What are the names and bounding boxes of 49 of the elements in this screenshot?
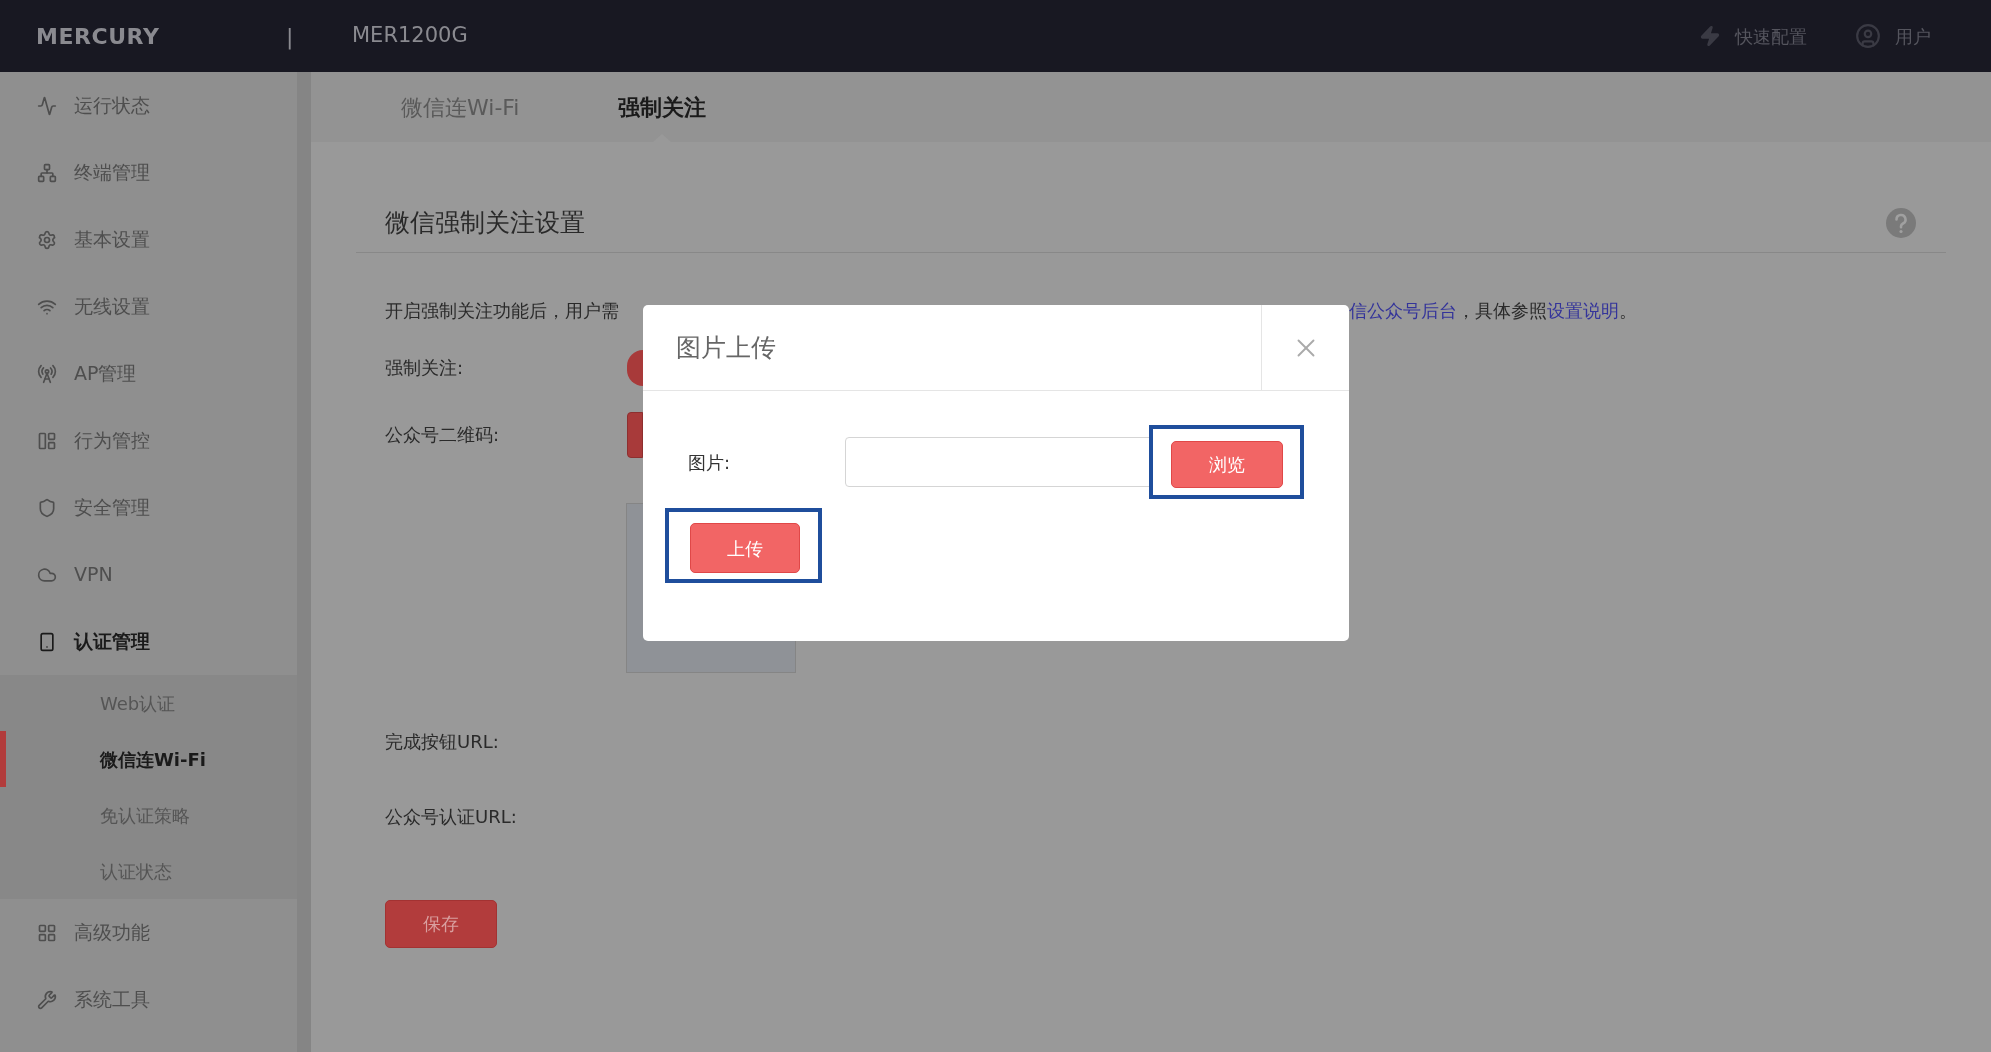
- tab[interactable]: 强制关注: [607, 72, 716, 142]
- description-text: 。: [1619, 298, 1637, 323]
- save-button[interactable]: 保存: [385, 899, 497, 948]
- layout-icon: [37, 430, 57, 451]
- bolt-icon: [1699, 25, 1721, 47]
- sidebar-item[interactable]: 基本设置: [0, 206, 297, 273]
- scrollbar[interactable]: [297, 72, 311, 1052]
- description-text: 开启强制关注功能后，用户需: [385, 298, 620, 323]
- phone-icon: [37, 631, 57, 652]
- sidebar-item[interactable]: VPN: [0, 541, 297, 608]
- gear-icon: [37, 229, 57, 250]
- tab[interactable]: 微信连Wi-Fi: [391, 72, 530, 142]
- wrench-icon: [37, 989, 57, 1010]
- field-label: 强制关注:: [385, 356, 465, 380]
- network-icon: [37, 162, 57, 183]
- field-label: 图片:: [688, 450, 732, 475]
- header-action[interactable]: 用户: [1855, 22, 1931, 50]
- sidebar-item[interactable]: 行为管控: [0, 407, 297, 474]
- sidebar-item[interactable]: 无线设置: [0, 273, 297, 340]
- sidebar-item[interactable]: AP管理: [0, 340, 297, 407]
- sidebar-item[interactable]: 运行状态: [0, 72, 297, 139]
- sidebar-item[interactable]: 高级功能: [0, 899, 297, 966]
- sidebar-item[interactable]: 安全管理: [0, 474, 297, 541]
- sidebar-item[interactable]: 终端管理: [0, 139, 297, 206]
- field-label: 公众号认证URL:: [385, 804, 518, 829]
- section-title: 微信强制关注设置: [385, 207, 585, 239]
- logo: MERCURY: [36, 22, 161, 51]
- antenna-icon: [37, 363, 57, 384]
- help-icon[interactable]: [1886, 207, 1916, 238]
- upload-button[interactable]: 上传: [690, 523, 800, 573]
- browse-button[interactable]: 浏览: [1171, 441, 1283, 488]
- field-label: 完成按钮URL:: [385, 729, 500, 754]
- field-label: 公众号二维码:: [385, 423, 501, 447]
- file-path-field[interactable]: [845, 437, 1150, 487]
- shield-icon: [37, 497, 57, 518]
- backend-link[interactable]: 信公众号后台: [1349, 296, 1457, 324]
- separator: |: [286, 22, 295, 52]
- description-text: ，具体参照: [1457, 298, 1547, 323]
- sidebar-item[interactable]: 认证管理: [0, 608, 297, 675]
- toggle-switch[interactable]: [627, 349, 643, 386]
- sidebar-item[interactable]: 系统工具: [0, 966, 297, 1033]
- user-icon: [1855, 23, 1881, 49]
- header-action[interactable]: 快速配置: [1699, 22, 1807, 50]
- upload-button[interactable]: [627, 411, 643, 458]
- model-name: MER1200G: [352, 22, 468, 50]
- dialog-title: 图片上传: [675, 331, 777, 364]
- pulse-icon: [37, 95, 57, 116]
- help-link[interactable]: 设置说明: [1547, 296, 1619, 324]
- grid-icon: [37, 922, 57, 943]
